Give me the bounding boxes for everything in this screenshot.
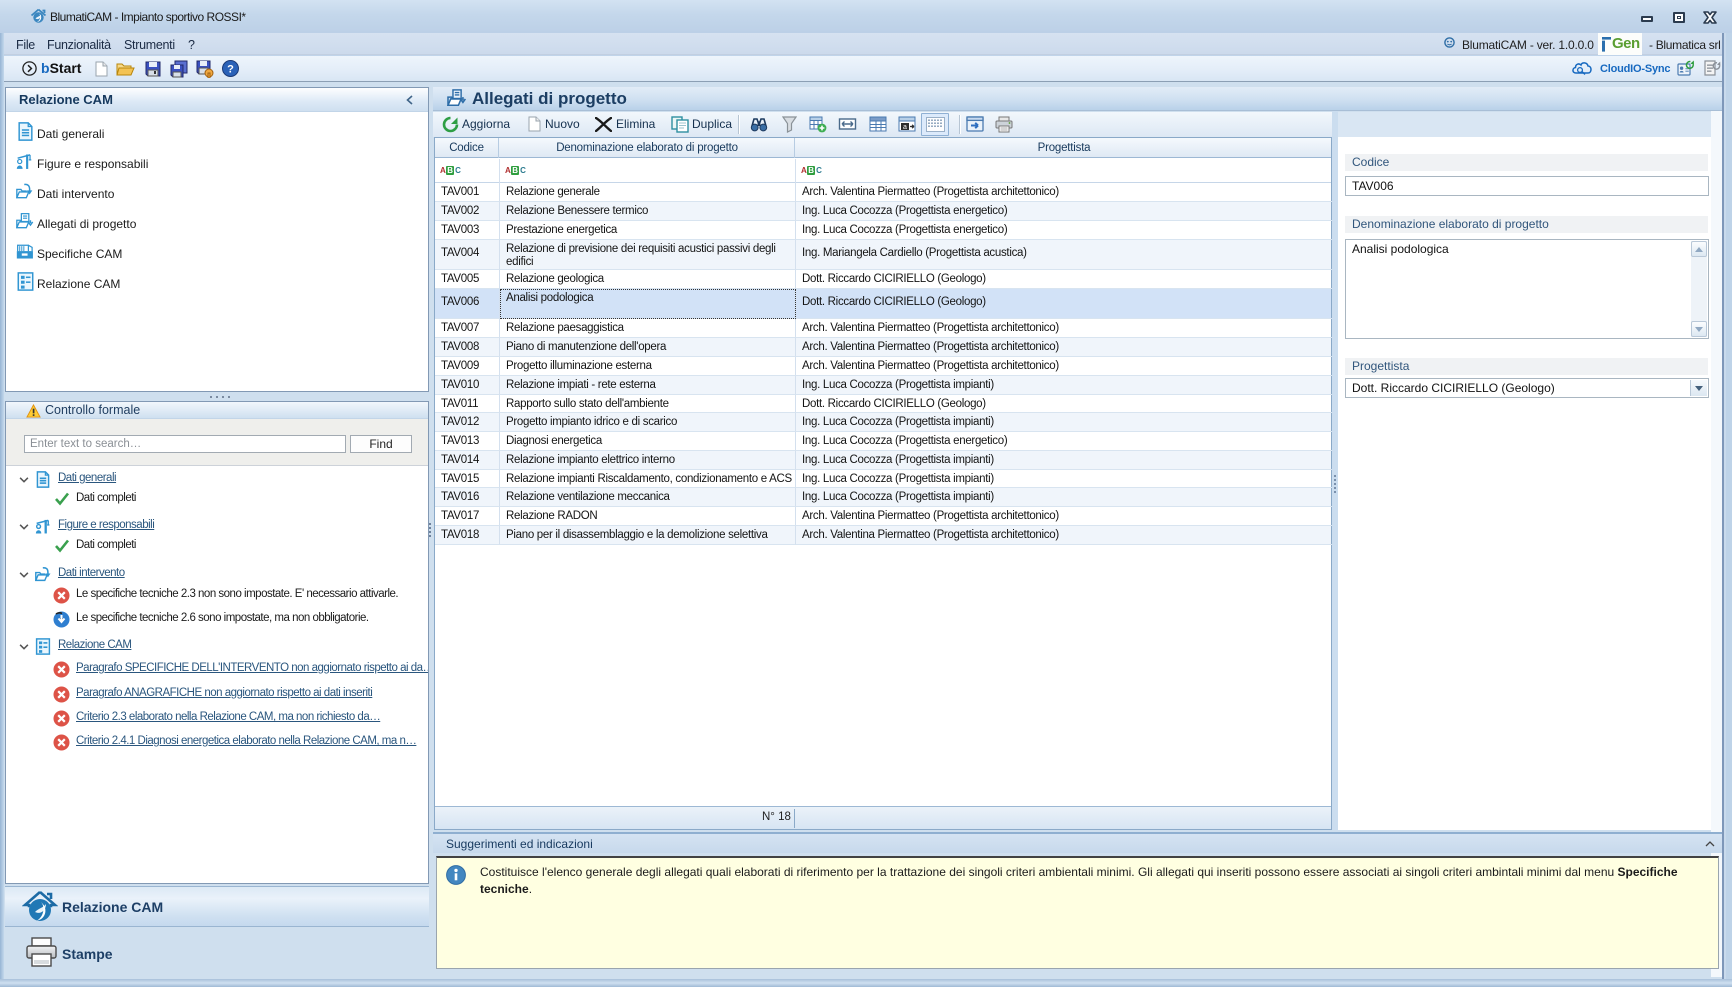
svg-text:a: a bbox=[903, 124, 907, 131]
svg-text:?: ? bbox=[227, 64, 234, 76]
